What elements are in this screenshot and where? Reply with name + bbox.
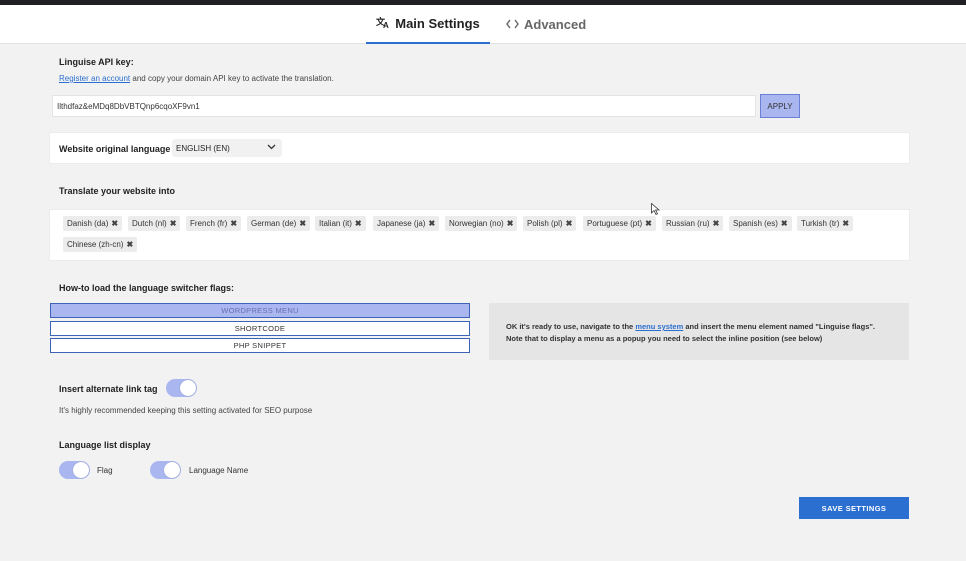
api-key-help: Register an account and copy your domain… bbox=[59, 74, 334, 83]
remove-icon[interactable]: ✖ bbox=[842, 219, 849, 228]
language-name-toggle-label: Language Name bbox=[189, 466, 249, 475]
language-chip: Chinese (zh-cn) ✖ bbox=[63, 237, 138, 252]
remove-icon[interactable]: ✖ bbox=[507, 219, 514, 228]
alternate-link-label: Insert alternate link tag bbox=[59, 384, 158, 394]
remove-icon[interactable]: ✖ bbox=[170, 219, 177, 228]
alternate-link-toggle[interactable] bbox=[166, 379, 197, 397]
option-wordpress-menu[interactable]: WORDPRESS MENU bbox=[50, 303, 470, 318]
option-php-snippet[interactable]: PHP SNIPPET bbox=[50, 338, 470, 353]
translate-into-label: Translate your website into bbox=[59, 186, 176, 196]
flags-load-label: How-to load the language switcher flags: bbox=[59, 283, 235, 293]
remove-icon[interactable]: ✖ bbox=[781, 219, 788, 228]
tab-main-settings-label: Main Settings bbox=[395, 16, 480, 31]
menu-system-link[interactable]: menu system bbox=[635, 322, 683, 331]
toggle-knob bbox=[73, 462, 89, 478]
mouse-cursor-icon bbox=[651, 203, 660, 215]
language-chip: Dutch (nl) ✖ bbox=[128, 216, 181, 231]
toggle-knob bbox=[180, 380, 196, 396]
language-chip: Russian (ru) ✖ bbox=[662, 216, 724, 231]
language-name-toggle[interactable] bbox=[150, 461, 181, 479]
language-chip: French (fr) ✖ bbox=[186, 216, 242, 231]
tab-main-settings[interactable]: 文A Main Settings bbox=[366, 5, 490, 44]
remove-icon[interactable]: ✖ bbox=[645, 219, 652, 228]
save-settings-button[interactable]: SAVE SETTINGS bbox=[799, 497, 909, 519]
remove-icon[interactable]: ✖ bbox=[428, 219, 435, 228]
flag-toggle-label: Flag bbox=[97, 466, 113, 475]
option-shortcode[interactable]: SHORTCODE bbox=[50, 321, 470, 336]
language-list-label: Language list display bbox=[59, 440, 151, 450]
language-chip: German (de) ✖ bbox=[247, 216, 311, 231]
language-chip: Portuguese (pt) ✖ bbox=[583, 216, 656, 231]
svg-text:A: A bbox=[383, 21, 389, 29]
remove-icon[interactable]: ✖ bbox=[111, 219, 118, 228]
tab-advanced-label: Advanced bbox=[524, 17, 587, 32]
remove-icon[interactable]: ✖ bbox=[566, 219, 573, 228]
language-chip: Italian (it) ✖ bbox=[315, 216, 366, 231]
language-chip: Japanese (ja) ✖ bbox=[373, 216, 440, 231]
remove-icon[interactable]: ✖ bbox=[299, 219, 306, 228]
apply-button[interactable]: APPLY bbox=[760, 94, 800, 118]
remove-icon[interactable]: ✖ bbox=[126, 240, 133, 249]
remove-icon[interactable]: ✖ bbox=[355, 219, 362, 228]
flags-info-box: OK it's ready to use, navigate to the me… bbox=[489, 303, 909, 360]
original-language-label: Website original language bbox=[59, 144, 171, 154]
chevron-down-icon bbox=[267, 142, 276, 153]
flag-toggle[interactable] bbox=[59, 461, 90, 479]
code-icon bbox=[506, 17, 519, 32]
original-language-value: ENGLISH (EN) bbox=[176, 143, 230, 153]
toggle-knob bbox=[164, 462, 180, 478]
alternate-link-help: It's highly recommended keeping this set… bbox=[59, 406, 313, 415]
api-key-label: Linguise API key: bbox=[59, 57, 134, 67]
remove-icon[interactable]: ✖ bbox=[230, 219, 237, 228]
translate-icon: 文A bbox=[375, 16, 390, 32]
tab-bar: 文A Main Settings Advanced bbox=[0, 5, 966, 44]
remove-icon[interactable]: ✖ bbox=[713, 219, 720, 228]
register-account-link[interactable]: Register an account bbox=[59, 74, 130, 83]
language-chip: Norwegian (no) ✖ bbox=[445, 216, 518, 231]
language-chip: Turkish (tr) ✖ bbox=[797, 216, 854, 231]
language-chip: Spanish (es) ✖ bbox=[729, 216, 792, 231]
language-chip: Danish (da) ✖ bbox=[63, 216, 123, 231]
api-key-input[interactable] bbox=[52, 95, 756, 117]
api-key-help-text: and copy your domain API key to activate… bbox=[130, 74, 334, 83]
tab-advanced[interactable]: Advanced bbox=[506, 5, 586, 44]
original-language-select[interactable]: ENGLISH (EN) bbox=[172, 139, 282, 157]
language-chip: Polish (pl) ✖ bbox=[523, 216, 577, 231]
